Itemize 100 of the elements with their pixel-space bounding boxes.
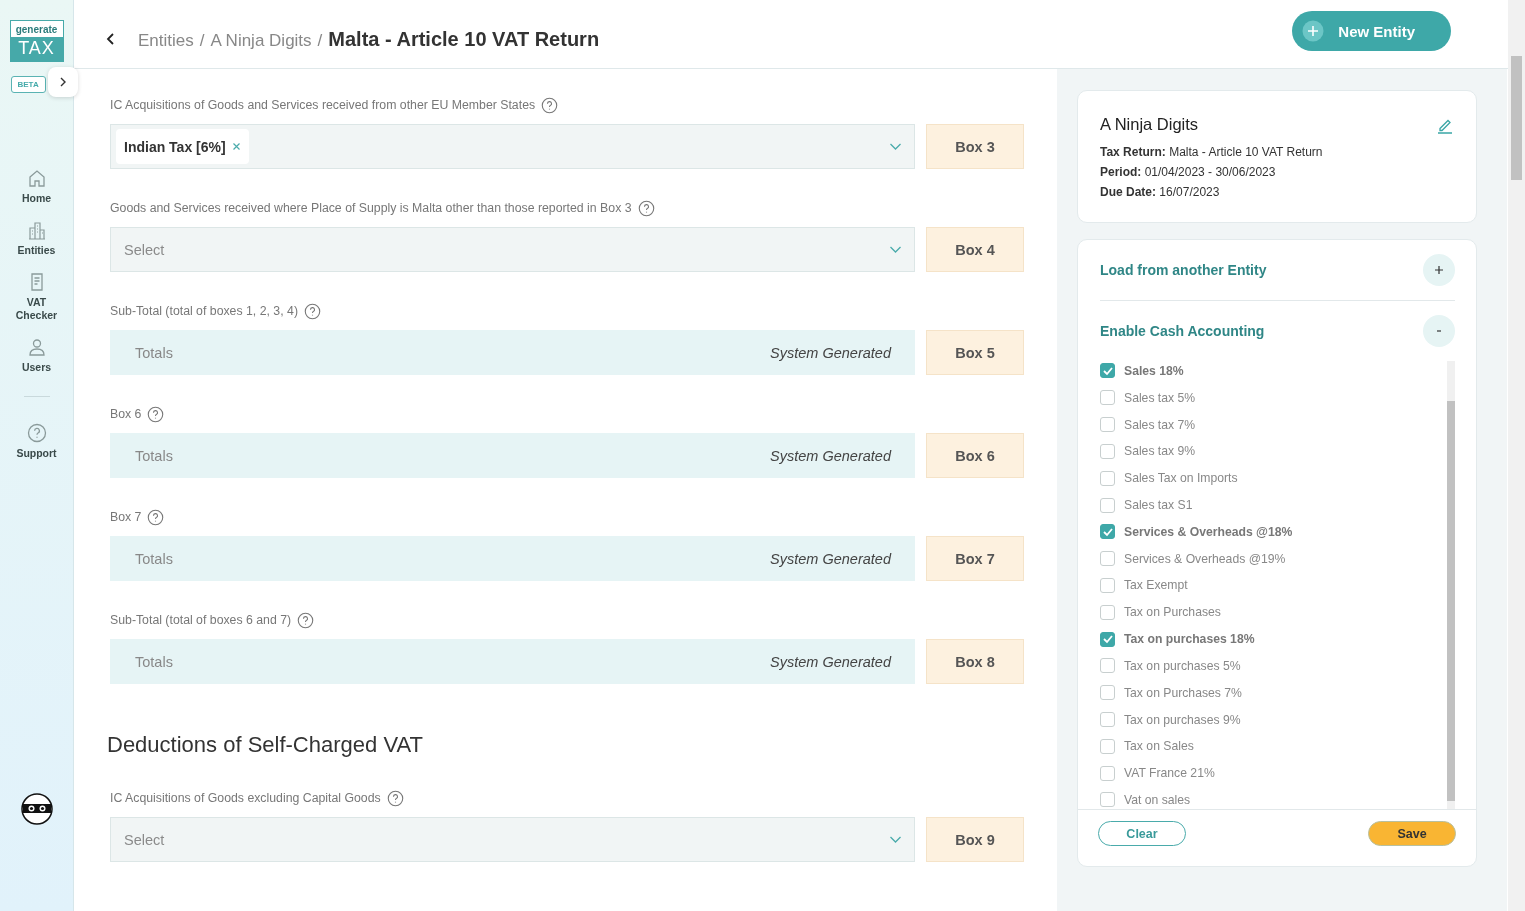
field-label: Goods and Services received where Place of Supply is Malta other than those reported in Box 3 [110, 201, 632, 215]
scrollbar[interactable] [1447, 361, 1455, 809]
help-icon [26, 423, 47, 443]
nav-item[interactable]: Entities [6, 220, 67, 257]
select-field[interactable]: Select [110, 227, 915, 272]
nav-item[interactable]: Support [6, 423, 67, 460]
section-title[interactable]: Enable Cash Accounting [1100, 323, 1265, 339]
box-label: Box 9 [926, 817, 1024, 862]
help-icon[interactable] [147, 508, 165, 526]
save-button[interactable]: Save [1368, 821, 1456, 846]
help-icon[interactable] [147, 405, 165, 423]
section-title[interactable]: Load from another Entity [1100, 262, 1267, 278]
expand-button[interactable] [1423, 254, 1455, 286]
select-field[interactable]: Select [110, 817, 915, 862]
plus-icon [1302, 20, 1325, 42]
field-label: Sub-Total (total of boxes 6 and 7) [110, 613, 292, 627]
home-icon [26, 168, 47, 188]
breadcrumb-link[interactable]: Entities [138, 30, 194, 51]
help-icon[interactable] [541, 96, 559, 114]
help-icon[interactable] [304, 302, 321, 320]
checkbox-option[interactable]: Tax on purchases 5% [1100, 656, 1447, 675]
checkbox[interactable] [1100, 470, 1115, 486]
chevron-down-icon [889, 245, 902, 254]
field-label: Sub-Total (total of boxes 1, 2, 3, 4) [110, 304, 298, 318]
checkbox-option[interactable]: Services & Overheads @19% [1100, 549, 1447, 568]
expand-button[interactable] [47, 67, 78, 97]
breadcrumb-separator: / [199, 30, 205, 51]
close-icon[interactable] [231, 142, 241, 151]
detail-text: Tax Return: Malta - Article 10 VAT Return [1100, 144, 1324, 161]
select-field[interactable]: Indian Tax [6%] [110, 124, 915, 169]
help-icon[interactable] [637, 199, 655, 217]
checkbox[interactable] [1100, 551, 1115, 567]
box-label: Box 3 [926, 124, 1024, 169]
box-label: Box 6 [926, 433, 1024, 478]
breadcrumb-link[interactable]: A Ninja Digits [210, 30, 312, 51]
field-label: Box 6 [110, 407, 142, 421]
beta-badge: BETA [10, 76, 46, 93]
checkbox-option[interactable]: Tax on purchases 18% [1100, 630, 1447, 649]
box-label: Box 5 [926, 330, 1024, 375]
totals-value: Totals [135, 550, 173, 567]
clear-button[interactable]: Clear [1098, 821, 1186, 846]
field-label: IC Acquisitions of Goods excluding Capital Goods [110, 791, 381, 805]
checkbox[interactable] [1100, 577, 1115, 593]
checkbox[interactable] [1100, 738, 1115, 754]
checkbox[interactable] [1100, 765, 1115, 781]
nav-item[interactable]: Users [6, 337, 67, 374]
checkbox-option[interactable]: VAT France 21% [1100, 764, 1447, 783]
checkbox[interactable] [1100, 685, 1115, 701]
totals-value: Totals [135, 344, 173, 361]
checkbox-option[interactable]: Tax on Sales [1100, 737, 1447, 756]
field-label: Box 7 [110, 510, 142, 524]
logo[interactable]: generate TAX [9, 20, 64, 62]
user-icon [26, 337, 47, 357]
checkbox-option[interactable]: Sales tax 5% [1100, 388, 1447, 407]
collapse-button[interactable] [1423, 315, 1455, 347]
ninja-avatar-icon[interactable] [20, 793, 53, 825]
checkbox[interactable] [1100, 497, 1115, 513]
logo-text: TAX [10, 37, 63, 61]
section-heading: Deductions of Self-Charged VAT [107, 732, 424, 758]
checkbox-option[interactable]: Sales Tax on Imports [1100, 469, 1447, 488]
totals-value: Totals [135, 447, 173, 464]
scrollbar[interactable] [1508, 0, 1525, 911]
checkbox-option[interactable]: Sales 18% [1100, 362, 1447, 380]
checkbox[interactable] [1100, 792, 1115, 808]
checkbox[interactable] [1100, 363, 1115, 379]
chevron-down-icon [889, 142, 902, 151]
breadcrumb-separator: / [317, 30, 323, 51]
checkbox-option[interactable]: Sales tax 7% [1100, 415, 1447, 434]
checkbox-option[interactable]: Tax Exempt [1100, 576, 1447, 595]
checkbox-option[interactable]: Services & Overheads @18% [1100, 522, 1447, 541]
checkbox[interactable] [1100, 524, 1115, 540]
buildings-icon [26, 220, 47, 240]
tag-chip[interactable]: Indian Tax [6%] [116, 129, 249, 164]
help-icon[interactable] [297, 611, 315, 629]
detail-text: Due Date: 16/07/2023 [1100, 184, 1221, 201]
checkbox-option[interactable]: Tax on purchases 9% [1100, 710, 1447, 729]
checkbox[interactable] [1100, 712, 1115, 727]
system-generated-note: System Generated [770, 447, 891, 464]
checkbox-option[interactable]: Tax on Purchases [1100, 603, 1447, 622]
checkbox[interactable] [1100, 443, 1115, 459]
box-label: Box 4 [926, 227, 1024, 272]
new-entity-button[interactable]: New Entity [1292, 11, 1451, 51]
checkbox[interactable] [1100, 390, 1115, 406]
nav-item[interactable]: VAT Checker [6, 272, 67, 322]
entity-name: A Ninja Digits [1100, 115, 1199, 134]
checkbox[interactable] [1100, 631, 1115, 647]
checkbox-option[interactable]: Sales tax 9% [1100, 442, 1447, 461]
checkbox[interactable] [1100, 658, 1115, 674]
help-icon[interactable] [386, 789, 404, 807]
chevron-down-icon [889, 835, 902, 844]
checkbox-option[interactable]: Vat on sales [1100, 791, 1447, 809]
system-generated-note: System Generated [770, 653, 891, 670]
detail-text: Period: 01/04/2023 - 30/06/2023 [1100, 164, 1277, 181]
nav-item[interactable]: Home [6, 168, 67, 205]
checkbox[interactable] [1100, 604, 1115, 620]
checkbox[interactable] [1100, 417, 1115, 433]
checkbox-option[interactable]: Sales tax S1 [1100, 496, 1447, 514]
plus-icon [1434, 265, 1444, 275]
system-generated-note: System Generated [770, 344, 891, 361]
checkbox-option[interactable]: Tax on Purchases 7% [1100, 683, 1447, 702]
